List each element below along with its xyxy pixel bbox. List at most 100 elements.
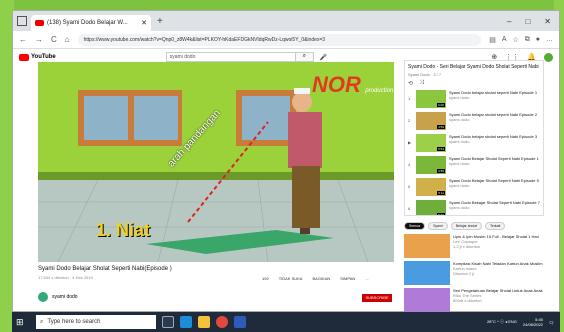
search-area: syami dodo ⌕ 🎤 (165, 52, 327, 62)
chip-all[interactable]: Semua (404, 222, 426, 230)
playlist-item[interactable]: 6 5:32 Syami Dodo Bekajar Sholat Seperti N… (408, 200, 540, 216)
recommended-info: Upin & Ipin Musim 15 Full - Belajar Shol… (453, 234, 539, 258)
share-button[interactable]: BAGIKAN (312, 276, 330, 281)
forward-button[interactable]: → (35, 35, 43, 44)
playlist-item-info: Syami Dodo Belajar Sholat Seperti Nabi E… (449, 156, 539, 176)
playlist-item-index: 5 (408, 184, 411, 189)
playlist-thumbnail[interactable]: 5:11 (416, 178, 446, 196)
extensions-bar: ▤ A ☆ ⧉ ● … (489, 36, 553, 44)
clock[interactable]: 5:45 24/06/2022 (523, 317, 543, 327)
playlist-item[interactable]: 2 4:59 Syami Dodo belajar sholat seperti N… (408, 112, 540, 132)
taskbar-search[interactable]: ⌕ Type here to search (36, 315, 156, 329)
edge-icon[interactable] (180, 316, 192, 328)
playlist-thumbnail[interactable]: 4:59 (416, 112, 446, 130)
tab-bar: (138) Syami Dodo Belajar W... ✕ + – □ ✕ (13, 11, 559, 31)
video-title: Syami Dodo Belajar Sholat Seperti Nabi(E… (38, 266, 172, 272)
playlist-item[interactable]: 4 4:59 Syami Dodo Belajar Sholat Seperti N… (408, 156, 540, 176)
playlist-item-info: Syami Dodo belajar sholat seperti Nabi E… (449, 112, 537, 132)
tray-status[interactable]: 28°C ^ ⓘ ◂ ENG (487, 319, 517, 325)
playlist-item-channel: syami dodo (449, 95, 470, 100)
maximize-button[interactable]: □ (525, 17, 530, 26)
chip-related[interactable]: Terkait (485, 222, 506, 230)
thumbnail-duration: 5:32 (437, 213, 445, 216)
video-actions: 192 TIDAK SUKA BAGIKAN SIMPAN ... (262, 276, 369, 281)
playlist-item-channel: syami dodo (449, 139, 470, 144)
watermark-logo: NOR (312, 72, 361, 97)
watermark-sub: production (365, 88, 394, 94)
recommended-item[interactable]: Upin & Ipin Musim 15 Full - Belajar Shol… (404, 234, 544, 258)
playlist-item-info: Syami Dodo Bekajar Sholat Seperti Nabi E… (449, 200, 540, 215)
system-tray: 28°C ^ ⓘ ◂ ENG 5:45 24/06/2022 🗨 (487, 317, 560, 327)
playlist-item[interactable]: ▶ 5:54 Syami Dodo belajar sholat seperti N… (408, 134, 540, 154)
chip-belajar-sholat[interactable]: Belajar sholat (450, 222, 483, 230)
recommended-meta: 1,2 jt x ditonton (453, 244, 481, 249)
close-window-button[interactable]: ✕ (544, 17, 551, 26)
shuffle-icon[interactable]: ⤨ (419, 80, 424, 87)
tab-close-icon[interactable]: ✕ (141, 19, 147, 27)
playlist-thumbnail[interactable]: 4:59 (416, 156, 446, 174)
recommended-item[interactable]: Kompilasi Kisah Nabi Teladan Kartun Anak… (404, 261, 544, 285)
playlist-item-channel: syami dodo (449, 205, 470, 210)
profile-icon[interactable]: ● (536, 36, 540, 44)
playlist-thumbnail[interactable]: 5:32 (416, 200, 446, 216)
file-explorer-icon[interactable] (198, 316, 210, 328)
subscribe-button[interactable]: SUBSCRIBE (362, 294, 392, 302)
recommended-thumbnail[interactable] (404, 234, 450, 258)
microphone-icon[interactable]: 🎤 (320, 54, 327, 61)
recommended-item[interactable]: Seri Pengetahuan Belajar Sholat Untuk An… (404, 288, 544, 312)
playlist-item-info: Syami Dodo Belajar Sholat Seperti Nabi E… (449, 178, 539, 198)
chrome-icon[interactable] (216, 316, 228, 328)
windows-start-icon[interactable]: ⊞ (16, 317, 30, 328)
menu-icon[interactable]: … (546, 36, 553, 44)
favorite-icon[interactable]: ☆ (512, 36, 518, 44)
collections-icon[interactable]: ⧉ (525, 36, 530, 44)
youtube-logo[interactable]: YouTube (19, 53, 56, 61)
search-button[interactable]: ⌕ (295, 52, 314, 62)
channel-watermark: NOR production (312, 72, 393, 98)
word-icon[interactable] (234, 316, 246, 328)
thumbnail-duration: 5:54 (437, 147, 445, 151)
channel-name[interactable]: syami dodo (52, 294, 78, 300)
video-player[interactable]: NOR production arah pandangan 1. Niat (38, 62, 394, 262)
channel-avatar[interactable] (38, 292, 48, 302)
loop-icon[interactable]: ⟲ (408, 80, 413, 87)
dislike-button[interactable]: TIDAK SUKA (279, 276, 303, 281)
tab-title: (138) Syami Dodo Belajar W... (47, 20, 128, 26)
playlist-item[interactable]: 5 5:11 Syami Dodo Belajar Sholat Seperti N… (408, 178, 540, 198)
playlist-thumbnail[interactable]: 5:54 (416, 134, 446, 152)
minimize-button[interactable]: – (507, 17, 511, 26)
avatar[interactable] (544, 52, 553, 62)
playlist-thumbnail[interactable]: 6:00 (416, 90, 446, 108)
back-button[interactable]: ← (19, 35, 27, 44)
recommended-thumbnail[interactable] (404, 288, 450, 312)
playlist-item-channel: syami dodo (449, 183, 470, 188)
more-button[interactable]: ... (365, 276, 368, 281)
home-button[interactable]: ⌂ (65, 35, 70, 44)
playlist-item-index: 2 (408, 118, 411, 123)
notification-center-icon[interactable]: 🗨 (549, 320, 554, 325)
recommended-meta: 800rb x ditonton (453, 298, 482, 303)
new-tab-button[interactable]: + (157, 16, 163, 27)
filter-chips: Semua Syami Belajar sholat Terkait (404, 222, 544, 230)
step-label: 1. Niat (96, 220, 151, 240)
browser-tab[interactable]: (138) Syami Dodo Belajar W... ✕ (31, 15, 151, 31)
recommended-list: Upin & Ipin Musim 15 Full - Belajar Shol… (404, 234, 544, 312)
like-button[interactable]: 192 (262, 276, 269, 281)
task-view-icon[interactable] (162, 316, 174, 328)
taskbar: ⊞ ⌕ Type here to search 28°C ^ ⓘ ◂ ENG 5… (12, 312, 560, 332)
url-field[interactable]: https://www.youtube.com/watch?v=Qnp0_z8W… (77, 33, 482, 46)
playlist-panel: Syami Dodo - Seri Belajar Syami Dodo Sho… (404, 60, 544, 216)
playlist-item-channel: syami dodo (449, 117, 470, 122)
playlist-item[interactable]: 1 6:00 Syami Dodo belajar sholat seperti N… (408, 90, 540, 110)
recommended-thumbnail[interactable] (404, 261, 450, 285)
recommended-info: Kompilasi Kisah Nabi Teladan Kartun Anak… (453, 261, 543, 285)
refresh-button[interactable]: C (51, 35, 57, 44)
search-input[interactable]: syami dodo (165, 52, 296, 62)
chip-syami[interactable]: Syami (428, 222, 448, 230)
video-meta: 17.544 x ditonton · 4 Des 2019 (38, 275, 93, 280)
zoom-icon[interactable]: A (502, 36, 507, 44)
playlist-title[interactable]: Syami Dodo - Seri Belajar Syami Dodo Sho… (408, 64, 540, 70)
playlist-item-channel: syami dodo (449, 161, 470, 166)
reader-icon[interactable]: ▤ (489, 36, 496, 44)
save-button[interactable]: SIMPAN (340, 276, 355, 281)
